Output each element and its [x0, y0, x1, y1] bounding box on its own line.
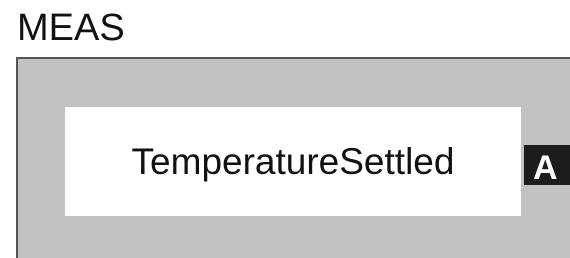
- section-title: MEAS: [17, 7, 125, 49]
- measurement-panel: TemperatureSettled A: [16, 57, 570, 258]
- meas-screen: MEAS TemperatureSettled A: [0, 0, 570, 258]
- channel-tag: A: [524, 145, 570, 185]
- channel-tag-label: A: [533, 149, 558, 185]
- status-text: TemperatureSettled: [131, 140, 455, 182]
- status-display: TemperatureSettled: [65, 107, 521, 216]
